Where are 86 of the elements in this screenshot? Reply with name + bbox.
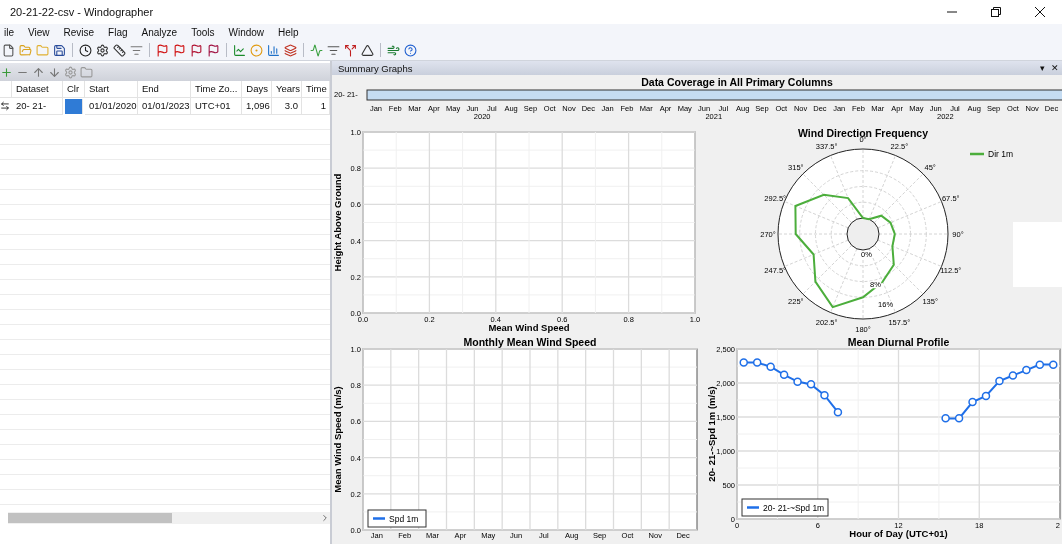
arrows-icon: [0, 101, 10, 111]
table-cell: 01/01/2020: [85, 98, 138, 115]
data-point: [995, 376, 1004, 386]
clock-icon[interactable]: [79, 43, 92, 57]
table-cell: 1,096: [242, 98, 272, 115]
data-point: [981, 391, 991, 401]
chart-title: Mean Diurnal Profile: [847, 337, 950, 348]
wind-icon[interactable]: [387, 43, 400, 57]
fork-icon[interactable]: [344, 43, 357, 57]
column-header[interactable]: Days: [242, 81, 272, 98]
menu-item[interactable]: ile: [0, 26, 21, 38]
flag-icon[interactable]: [190, 43, 203, 57]
menu-item[interactable]: Revise: [56, 26, 102, 38]
data-point: [793, 377, 802, 386]
legend-swatch: [747, 506, 759, 509]
table-cell: 3.0: [272, 98, 302, 115]
data-point: [833, 408, 843, 417]
table-cell: 1: [302, 98, 330, 115]
column-header[interactable]: Time Zo...: [191, 81, 242, 98]
data-point: [1035, 360, 1045, 369]
scroll-right-icon[interactable]: [320, 513, 330, 523]
file-icon[interactable]: [2, 43, 15, 57]
column-header[interactable]: Dataset: [12, 81, 63, 98]
data-point: [752, 358, 762, 367]
legend-box: [367, 509, 427, 528]
panel-title: Summary Graphs: [338, 62, 414, 74]
window-title: 20-21-22-csv - Windographer: [10, 6, 155, 18]
table-cell: UTC+01: [191, 98, 242, 115]
chart-title: Monthly Mean Wind Speed: [463, 337, 597, 348]
close-icon[interactable]: [1035, 7, 1045, 17]
settings-icon[interactable]: [96, 43, 109, 57]
flag-icon[interactable]: [173, 43, 186, 57]
down-arrow-icon[interactable]: [48, 65, 61, 79]
data-point: [766, 362, 775, 371]
flag-icon[interactable]: [207, 43, 220, 57]
axis-title: Mean Wind Speed (m/s): [332, 386, 343, 493]
axis-title: Hour of Day (UTC+01): [849, 528, 948, 539]
chart-title: Data Coverage in All Primary Columns: [641, 76, 833, 88]
data-point: [739, 358, 748, 367]
list-icon[interactable]: [327, 43, 340, 57]
scroll-thumb[interactable]: [8, 513, 172, 523]
line-chart-icon[interactable]: [233, 43, 246, 57]
layers-icon[interactable]: [284, 43, 297, 57]
data-point: [1022, 365, 1031, 375]
legend-label: Spd 1m: [389, 513, 419, 524]
ruler-icon[interactable]: [113, 43, 126, 57]
up-arrow-icon[interactable]: [32, 65, 45, 79]
axis-title: 20- 21-~Spd 1m (m/s): [706, 386, 717, 482]
legend-label: 20- 21-~Spd 1m: [763, 502, 825, 513]
list-icon[interactable]: [130, 43, 143, 57]
menu-item[interactable]: Flag: [101, 26, 135, 38]
axis-title: Mean Wind Speed: [488, 322, 570, 333]
save-icon[interactable]: [53, 43, 66, 57]
add-icon[interactable]: [0, 65, 13, 79]
data-point: [779, 370, 789, 380]
data-point: [1049, 360, 1058, 369]
help-icon[interactable]: [404, 43, 417, 57]
flag-icon[interactable]: [156, 43, 169, 57]
table-cell: 01/01/2023: [138, 98, 191, 115]
horizontal-scrollbar[interactable]: [8, 512, 330, 524]
legend-swatch: [373, 517, 385, 520]
close-button[interactable]: ✕: [1048, 63, 1062, 73]
data-point: [968, 397, 977, 407]
menu-item[interactable]: Tools: [184, 26, 222, 38]
bar-chart-icon[interactable]: [267, 43, 280, 57]
axis-title: Height Above Ground: [332, 173, 343, 272]
menu-item[interactable]: Window: [221, 26, 272, 38]
column-header[interactable]: Start: [85, 81, 138, 98]
data-point: [941, 414, 950, 423]
data-point: [806, 380, 816, 389]
table-cell: 20- 21-: [12, 98, 63, 115]
legend-swatch: [970, 152, 984, 156]
center-circle: [846, 217, 880, 251]
data-point: [820, 391, 829, 400]
column-header[interactable]: Years: [272, 81, 302, 98]
restore-icon[interactable]: [991, 7, 1001, 17]
menu-item[interactable]: Help: [271, 26, 306, 38]
data-point: [1008, 371, 1018, 380]
column-header[interactable]: Clr: [63, 81, 85, 98]
column-header[interactable]: Time: [302, 81, 330, 98]
menu-item[interactable]: View: [21, 26, 57, 38]
data-point: [954, 414, 964, 423]
menu-item[interactable]: Analyze: [134, 26, 185, 38]
dropdown-button[interactable]: ▾: [1037, 63, 1048, 73]
column-header[interactable]: End: [138, 81, 191, 98]
legend-label: Dir 1m: [988, 149, 1014, 159]
